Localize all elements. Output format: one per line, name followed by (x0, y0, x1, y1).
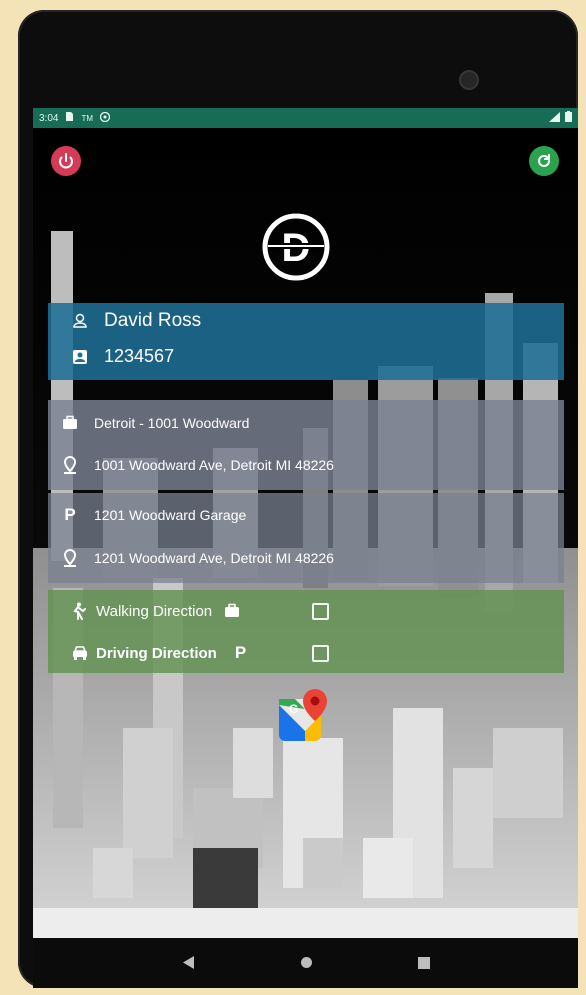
office-address: 1001 Woodward Ave, Detroit MI 48226 (94, 457, 334, 473)
garage-address-row: 1201 Woodward Ave, Detroit MI 48226 (48, 548, 564, 568)
user-name-row: David Ross (48, 310, 564, 332)
refresh-icon (538, 154, 550, 167)
directions-panel: Walking Direction Driving Direction P (48, 590, 564, 673)
power-button[interactable] (51, 146, 81, 176)
user-id-row: 1234567 (48, 346, 564, 367)
user-name: David Ross (104, 310, 202, 331)
status-time: 3:04 (39, 112, 59, 124)
driving-direction-row[interactable]: Driving Direction P (48, 641, 564, 665)
walking-direction-row[interactable]: Walking Direction (48, 599, 564, 623)
app-screen: 3:04 TM David Ross 1234567 Detroit - 100… (33, 108, 578, 938)
car-icon (70, 643, 90, 663)
office-address-row: 1001 Woodward Ave, Detroit MI 48226 (48, 455, 564, 475)
tm-icon: TM (81, 113, 94, 123)
sd-card-icon (65, 112, 74, 124)
refresh-button[interactable] (529, 146, 559, 176)
user-panel: David Ross 1234567 (48, 303, 564, 380)
svg-text:G: G (289, 702, 298, 716)
camera (459, 70, 479, 90)
home-button[interactable] (300, 956, 313, 974)
office-name: Detroit - 1001 Woodward (94, 415, 250, 431)
android-navigation-bar (33, 938, 578, 988)
signal-icon (549, 111, 560, 125)
driving-direction-label[interactable]: Driving Direction (96, 645, 217, 662)
walking-direction-label[interactable]: Walking Direction (96, 603, 212, 620)
back-icon (183, 956, 194, 969)
office-panel: Detroit - 1001 Woodward 1001 Woodward Av… (48, 400, 564, 490)
briefcase-icon (224, 603, 240, 619)
briefcase-icon (60, 413, 80, 433)
driving-direction-checkbox[interactable] (312, 645, 329, 662)
back-button[interactable] (183, 956, 195, 974)
person-icon (70, 311, 90, 331)
app-logo: D (262, 213, 330, 281)
garage-name: 1201 Woodward Garage (94, 507, 247, 523)
location-pin-icon (60, 548, 80, 568)
garage-address: 1201 Woodward Ave, Detroit MI 48226 (94, 550, 334, 566)
recents-button[interactable] (418, 956, 430, 974)
chrome-icon (99, 111, 111, 125)
battery-icon (565, 111, 572, 125)
home-icon (301, 957, 312, 968)
garage-name-row: P 1201 Woodward Garage (48, 505, 564, 525)
walking-icon (70, 601, 90, 621)
id-card-icon (70, 347, 90, 367)
google-maps-icon[interactable]: G (277, 687, 331, 743)
location-pin-icon (60, 455, 80, 475)
garage-panel: P 1201 Woodward Garage 1201 Woodward Ave… (48, 493, 564, 583)
recents-icon (418, 957, 430, 969)
power-icon (59, 153, 73, 169)
office-name-row: Detroit - 1001 Woodward (48, 413, 564, 433)
user-id: 1234567 (104, 346, 175, 366)
walking-direction-checkbox[interactable] (312, 603, 329, 620)
parking-icon: P (234, 643, 247, 662)
status-bar: 3:04 TM (33, 108, 578, 128)
parking-icon: P (64, 505, 76, 524)
